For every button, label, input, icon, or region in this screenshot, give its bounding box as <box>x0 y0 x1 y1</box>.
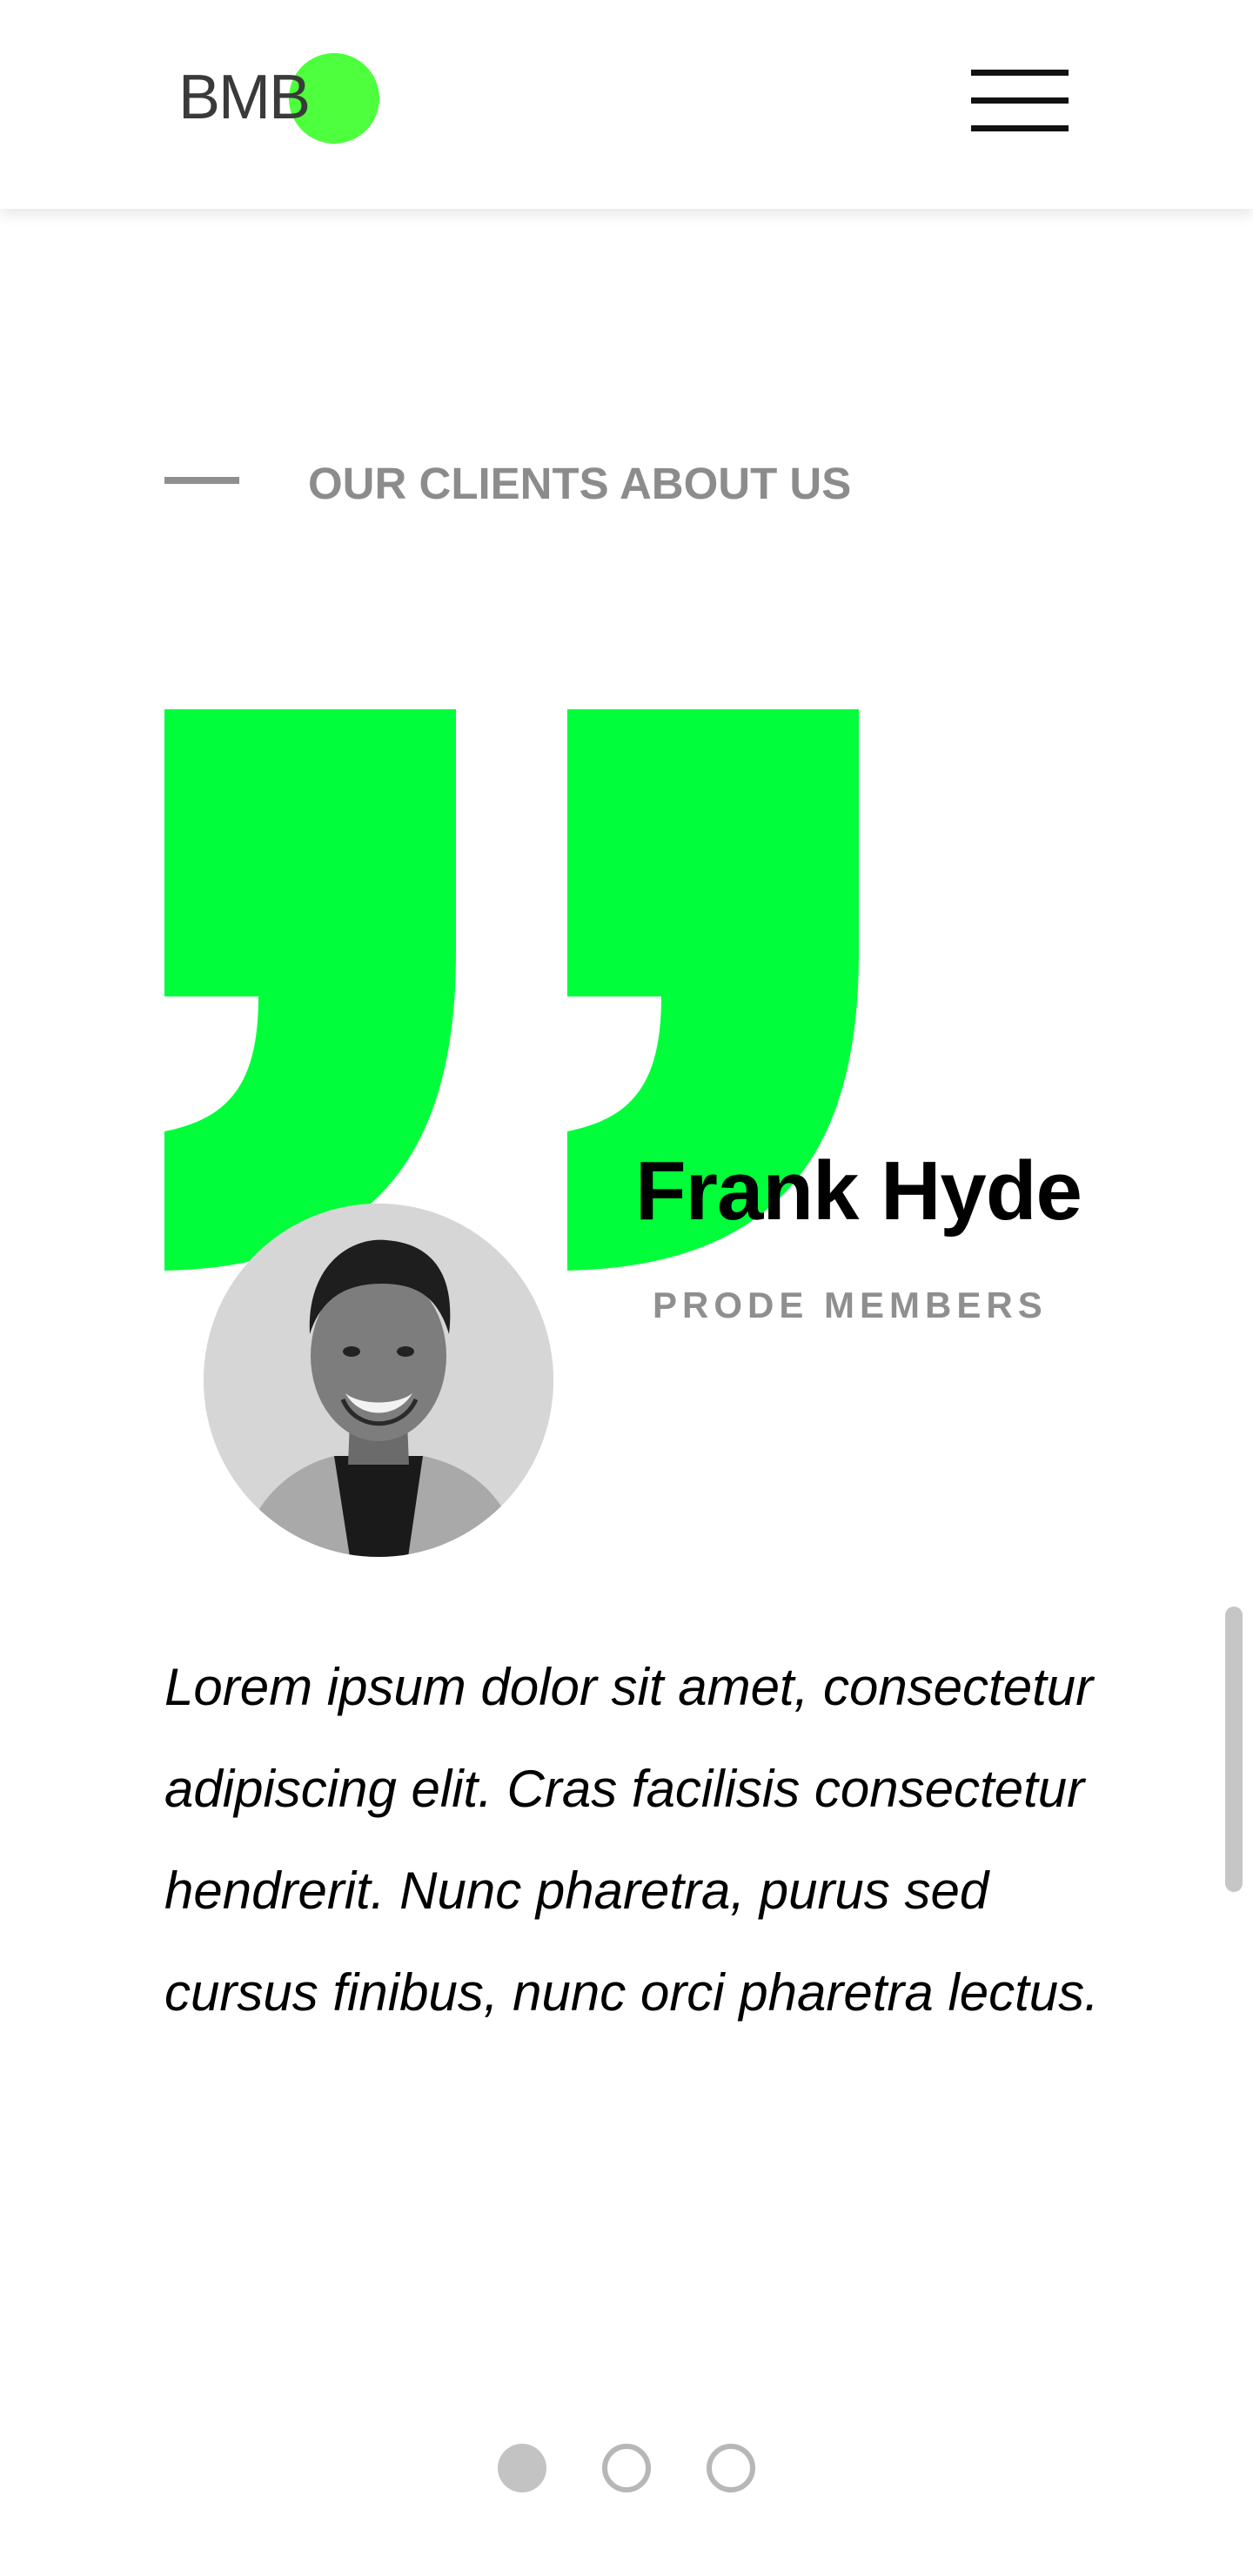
avatar-photo <box>204 1204 553 1557</box>
hamburger-menu-icon[interactable] <box>969 64 1070 138</box>
logo-text: BMB <box>178 63 311 132</box>
section-divider <box>164 477 239 484</box>
client-name: Frank Hyde <box>635 1144 1082 1238</box>
menu-line <box>971 97 1069 104</box>
avatar <box>204 1204 553 1557</box>
carousel-pagination <box>496 2444 774 2496</box>
quote-mark-left <box>164 709 456 1271</box>
pagination-dot[interactable] <box>602 2444 651 2492</box>
testimonial-text: Lorem ipsum dolor sit amet, consectetur … <box>164 1658 1099 2022</box>
menu-line <box>971 125 1069 131</box>
menu-line <box>971 70 1069 76</box>
site-header: BMB <box>0 0 1253 209</box>
section-title: OUR CLIENTS ABOUT US <box>308 459 852 508</box>
scrollbar-thumb[interactable] <box>1225 1607 1243 1892</box>
client-role: PRODE MEMBERS <box>653 1285 1048 1325</box>
pagination-dot-active[interactable] <box>498 2444 546 2492</box>
pagination-dot[interactable] <box>707 2444 755 2492</box>
logo[interactable]: BMB <box>178 50 380 146</box>
